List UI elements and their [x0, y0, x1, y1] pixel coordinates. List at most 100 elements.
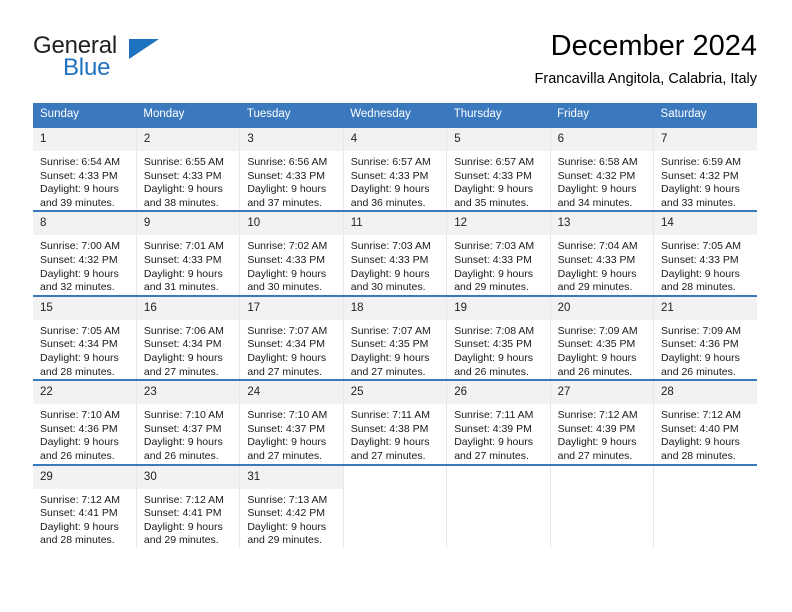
daylight-text-line2: and 27 minutes.	[247, 365, 323, 378]
calendar-day-cell[interactable]: 5 Sunrise: 6:57 AM Sunset: 4:33 PM Dayli…	[446, 125, 551, 212]
day-number: 5	[447, 128, 550, 151]
calendar-day-cell[interactable]: 22 Sunrise: 7:10 AM Sunset: 4:36 PM Dayl…	[33, 379, 137, 465]
day-info: Sunrise: 7:10 AM Sunset: 4:36 PM Dayligh…	[33, 404, 136, 463]
daylight-text-line1: Daylight: 9 hours	[557, 183, 637, 196]
day-number: 19	[447, 296, 550, 320]
day-number: 29	[33, 465, 136, 489]
day-info: Sunrise: 7:11 AM Sunset: 4:39 PM Dayligh…	[447, 404, 549, 463]
sunrise-text: Sunrise: 6:59 AM	[661, 156, 741, 168]
calendar-week-row: 22 Sunrise: 7:10 AM Sunset: 4:36 PM Dayl…	[33, 379, 757, 465]
sunset-text: Sunset: 4:32 PM	[40, 253, 118, 266]
day-info: Sunrise: 7:02 AM Sunset: 4:33 PM Dayligh…	[240, 235, 342, 294]
calendar-day-cell[interactable]: 17 Sunrise: 7:07 AM Sunset: 4:34 PM Dayl…	[239, 294, 344, 381]
calendar-day-cell[interactable]: 26 Sunrise: 7:11 AM Sunset: 4:39 PM Dayl…	[446, 379, 551, 465]
sunrise-text: Sunrise: 7:07 AM	[350, 324, 431, 337]
calendar-day-cell[interactable]: 25 Sunrise: 7:11 AM Sunset: 4:38 PM Dayl…	[343, 379, 448, 465]
sunrise-text: Sunrise: 7:10 AM	[247, 409, 328, 422]
calendar-day-cell[interactable]: 23 Sunrise: 7:10 AM Sunset: 4:37 PM Dayl…	[136, 379, 241, 465]
day-info: Sunrise: 7:12 AM Sunset: 4:41 PM Dayligh…	[137, 489, 239, 548]
sunrise-text: Sunrise: 6:57 AM	[350, 156, 431, 168]
day-number: 10	[240, 212, 343, 236]
weekday-header-saturday: Saturday	[653, 103, 757, 127]
sunrise-text: Sunrise: 7:03 AM	[350, 240, 431, 253]
calendar-day-cell[interactable]: 14 Sunrise: 7:05 AM Sunset: 4:33 PM Dayl…	[653, 210, 757, 296]
calendar-day-cell[interactable]: 31 Sunrise: 7:13 AM Sunset: 4:42 PM Dayl…	[239, 463, 344, 548]
sunrise-text: Sunrise: 7:13 AM	[247, 493, 328, 506]
sunrise-text: Sunrise: 7:09 AM	[661, 324, 741, 337]
calendar-day-cell-empty	[653, 463, 757, 548]
calendar-day-cell[interactable]: 18 Sunrise: 7:07 AM Sunset: 4:35 PM Dayl…	[343, 294, 448, 381]
day-info: Sunrise: 7:03 AM Sunset: 4:33 PM Dayligh…	[344, 235, 446, 294]
calendar-day-cell[interactable]: 24 Sunrise: 7:10 AM Sunset: 4:37 PM Dayl…	[239, 379, 344, 465]
calendar-day-cell[interactable]: 6 Sunrise: 6:58 AM Sunset: 4:32 PM Dayli…	[550, 125, 655, 212]
day-info: Sunrise: 7:13 AM Sunset: 4:42 PM Dayligh…	[240, 489, 342, 548]
daylight-text-line2: and 39 minutes.	[40, 196, 115, 209]
calendar-day-cell[interactable]: 8 Sunrise: 7:00 AM Sunset: 4:32 PM Dayli…	[33, 210, 137, 296]
day-number: 27	[550, 381, 654, 405]
calendar-day-cell[interactable]: 7 Sunrise: 6:59 AM Sunset: 4:32 PM Dayli…	[653, 125, 757, 212]
calendar-day-cell[interactable]: 13 Sunrise: 7:04 AM Sunset: 4:33 PM Dayl…	[550, 210, 655, 296]
sunrise-text: Sunrise: 7:02 AM	[247, 240, 328, 253]
day-number: 16	[136, 296, 240, 320]
calendar-day-cell[interactable]: 21 Sunrise: 7:09 AM Sunset: 4:36 PM Dayl…	[653, 294, 757, 381]
daylight-text-line2: and 29 minutes.	[557, 281, 633, 294]
calendar-day-cell[interactable]: 29 Sunrise: 7:12 AM Sunset: 4:41 PM Dayl…	[33, 463, 137, 548]
calendar-day-cell[interactable]: 28 Sunrise: 7:12 AM Sunset: 4:40 PM Dayl…	[653, 379, 757, 465]
calendar-day-cell[interactable]: 20 Sunrise: 7:09 AM Sunset: 4:35 PM Dayl…	[550, 294, 655, 381]
daylight-text-line1: Daylight: 9 hours	[454, 183, 533, 196]
calendar-day-cell[interactable]: 16 Sunrise: 7:06 AM Sunset: 4:34 PM Dayl…	[136, 294, 241, 381]
calendar-day-cell[interactable]: 11 Sunrise: 7:03 AM Sunset: 4:33 PM Dayl…	[343, 210, 448, 296]
daylight-text-line2: and 27 minutes.	[557, 449, 633, 462]
sunrise-text: Sunrise: 7:06 AM	[143, 324, 224, 337]
sunset-text: Sunset: 4:33 PM	[143, 169, 222, 182]
daylight-text-line1: Daylight: 9 hours	[143, 520, 223, 533]
page-header: General Blue December 2024 Francavilla A…	[33, 28, 757, 94]
calendar-day-cell[interactable]: 4 Sunrise: 6:57 AM Sunset: 4:33 PM Dayli…	[343, 125, 448, 212]
sunset-text: Sunset: 4:33 PM	[454, 169, 532, 182]
day-number: 30	[136, 465, 240, 489]
day-info: Sunrise: 7:00 AM Sunset: 4:32 PM Dayligh…	[33, 235, 136, 294]
day-info: Sunrise: 6:57 AM Sunset: 4:33 PM Dayligh…	[447, 151, 549, 210]
calendar-day-cell[interactable]: 27 Sunrise: 7:12 AM Sunset: 4:39 PM Dayl…	[550, 379, 655, 465]
calendar-day-cell[interactable]: 19 Sunrise: 7:08 AM Sunset: 4:35 PM Dayl…	[446, 294, 551, 381]
calendar-page: General Blue December 2024 Francavilla A…	[0, 0, 792, 612]
day-info: Sunrise: 6:55 AM Sunset: 4:33 PM Dayligh…	[137, 151, 239, 210]
sunrise-text: Sunrise: 7:07 AM	[247, 324, 328, 337]
calendar-day-cell[interactable]: 10 Sunrise: 7:02 AM Sunset: 4:33 PM Dayl…	[239, 210, 344, 296]
calendar-day-cell[interactable]: 30 Sunrise: 7:12 AM Sunset: 4:41 PM Dayl…	[136, 463, 241, 548]
calendar-day-cell[interactable]: 9 Sunrise: 7:01 AM Sunset: 4:33 PM Dayli…	[136, 210, 241, 296]
daylight-text-line1: Daylight: 9 hours	[247, 183, 327, 196]
sunrise-text: Sunrise: 6:58 AM	[557, 156, 638, 168]
calendar-day-cell[interactable]: 2 Sunrise: 6:55 AM Sunset: 4:33 PM Dayli…	[136, 125, 241, 212]
daylight-text-line1: Daylight: 9 hours	[454, 436, 533, 449]
sunset-text: Sunset: 4:33 PM	[661, 253, 739, 266]
calendar-day-cell[interactable]: 3 Sunrise: 6:56 AM Sunset: 4:33 PM Dayli…	[239, 125, 344, 212]
weekday-header-tuesday: Tuesday	[239, 103, 344, 127]
daylight-text-line2: and 27 minutes.	[454, 449, 529, 462]
daylight-text-line1: Daylight: 9 hours	[247, 520, 327, 533]
sunrise-text: Sunrise: 6:55 AM	[143, 156, 224, 168]
daylight-text-line1: Daylight: 9 hours	[143, 351, 223, 364]
day-info: Sunrise: 7:09 AM Sunset: 4:35 PM Dayligh…	[551, 320, 653, 379]
sunrise-text: Sunrise: 7:08 AM	[454, 324, 535, 337]
sunrise-text: Sunrise: 7:05 AM	[661, 240, 741, 253]
sunset-text: Sunset: 4:33 PM	[557, 253, 636, 266]
day-number: 13	[550, 212, 654, 236]
daylight-text-line1: Daylight: 9 hours	[40, 351, 119, 364]
sunset-text: Sunset: 4:33 PM	[40, 169, 118, 182]
calendar-day-cell[interactable]: 1 Sunrise: 6:54 AM Sunset: 4:33 PM Dayli…	[33, 125, 137, 212]
daylight-text-line2: and 31 minutes.	[143, 281, 219, 294]
daylight-text-line2: and 28 minutes.	[40, 534, 115, 547]
sunrise-text: Sunrise: 7:12 AM	[143, 493, 224, 506]
daylight-text-line2: and 28 minutes.	[661, 281, 736, 294]
sunset-text: Sunset: 4:34 PM	[143, 338, 222, 351]
calendar-week-row: 15 Sunrise: 7:05 AM Sunset: 4:34 PM Dayl…	[33, 294, 757, 381]
day-number: 11	[343, 212, 447, 236]
calendar-day-cell[interactable]: 15 Sunrise: 7:05 AM Sunset: 4:34 PM Dayl…	[33, 294, 137, 381]
calendar-day-cell[interactable]: 12 Sunrise: 7:03 AM Sunset: 4:33 PM Dayl…	[446, 210, 551, 296]
day-number: 7	[654, 128, 757, 151]
daylight-text-line2: and 29 minutes.	[247, 534, 323, 547]
sunset-text: Sunset: 4:38 PM	[350, 422, 429, 435]
weekday-header-monday: Monday	[136, 103, 240, 127]
day-number: 15	[33, 296, 136, 320]
